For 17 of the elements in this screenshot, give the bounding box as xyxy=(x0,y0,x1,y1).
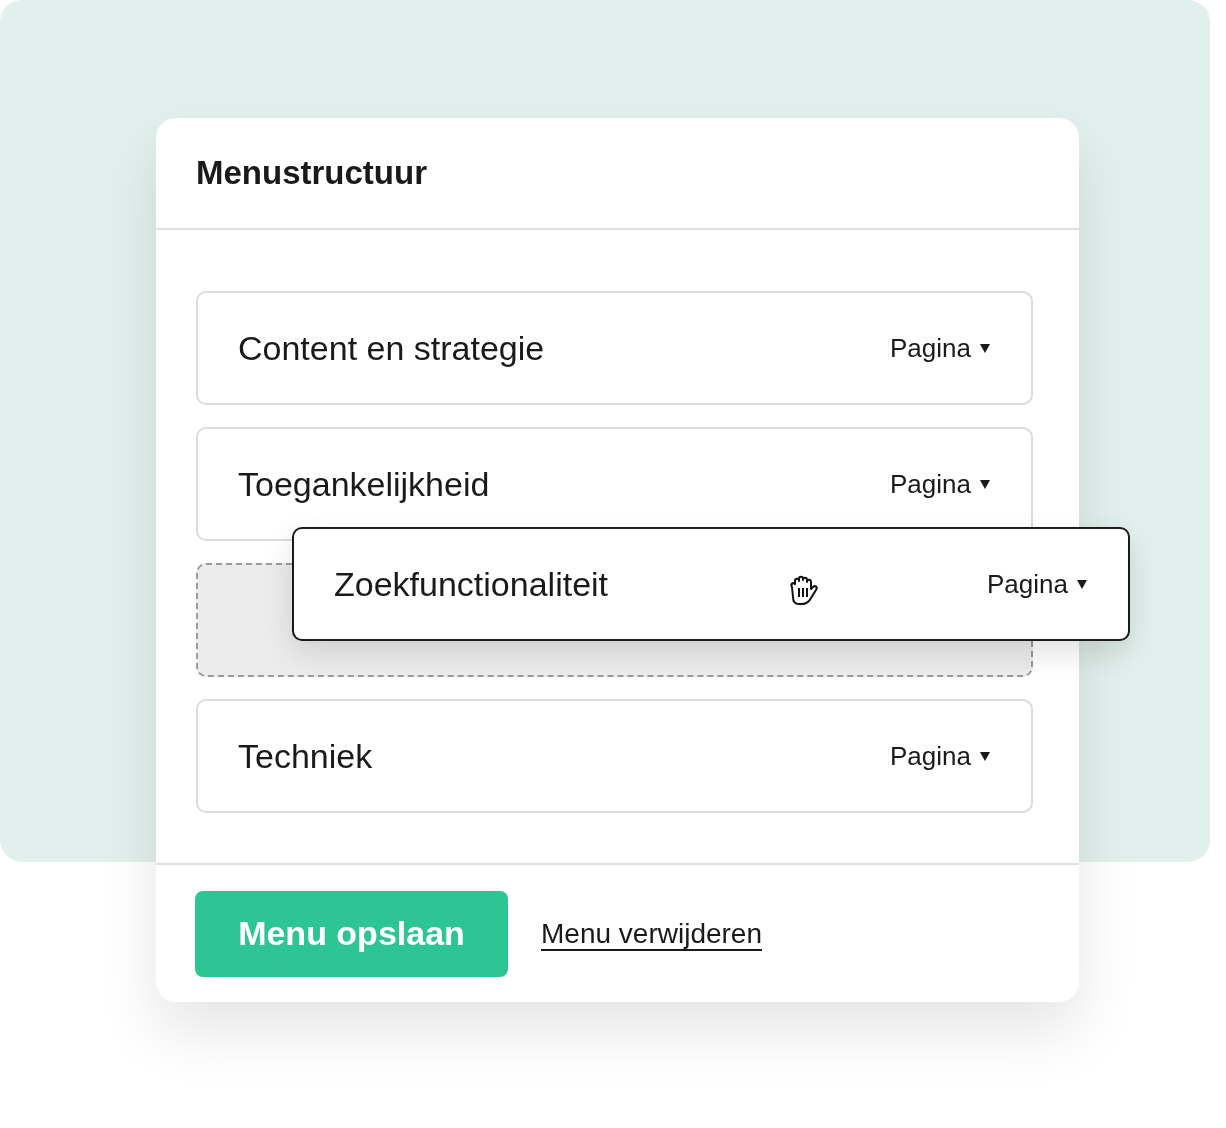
menu-item-title: Techniek xyxy=(238,736,373,776)
type-dropdown[interactable]: Pagina xyxy=(890,332,991,364)
dragged-menu-item[interactable]: Zoekfunctionaliteit Pagina xyxy=(292,527,1130,641)
delete-menu-link[interactable]: Menu verwijderen xyxy=(541,917,762,950)
card-title: Menustructuur xyxy=(196,154,427,192)
caret-icon xyxy=(1076,578,1088,590)
menu-item-title: Toegankelijkheid xyxy=(238,464,490,504)
menu-item-title: Zoekfunctionaliteit xyxy=(334,564,609,604)
caret-icon xyxy=(979,478,991,490)
type-dropdown[interactable]: Pagina xyxy=(987,568,1088,600)
type-dropdown[interactable]: Pagina xyxy=(890,740,991,772)
type-dropdown[interactable]: Pagina xyxy=(890,468,991,500)
menu-item-title: Content en strategie xyxy=(238,328,545,368)
caret-icon xyxy=(979,342,991,354)
menu-item[interactable]: Techniek Pagina xyxy=(196,699,1033,813)
caret-icon xyxy=(979,750,991,762)
menu-item[interactable]: Content en strategie Pagina xyxy=(196,291,1033,405)
